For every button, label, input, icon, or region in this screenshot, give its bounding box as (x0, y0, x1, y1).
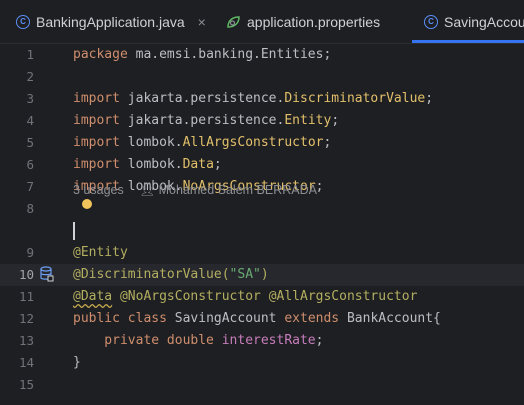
line-number[interactable]: 1 (0, 44, 34, 66)
line-number[interactable]: 5 (0, 132, 34, 154)
code-token: SavingAccount (174, 311, 285, 326)
tab-label: SavingAccou (444, 13, 524, 30)
code-token: ; (331, 113, 340, 128)
code-token: Entity (284, 113, 332, 128)
code-token: import (73, 135, 128, 150)
code-token: DiscriminatorValue (284, 91, 426, 106)
author-hint: Mohamed Salem BERRADA (158, 183, 317, 197)
code-line[interactable]: 2 (0, 66, 524, 88)
code-token: ; (213, 157, 222, 172)
code-token: @AllArgsConstructor (268, 289, 418, 304)
code-token: ; (323, 135, 332, 150)
line-number[interactable]: 9 (0, 242, 34, 264)
line-number[interactable]: 13 (0, 330, 34, 352)
code-line[interactable]: 8 (0, 198, 524, 220)
class-icon: C (424, 14, 438, 29)
code-token: import (73, 113, 128, 128)
code-token: extends (284, 311, 347, 326)
text-caret (73, 222, 75, 240)
tab-saving-account[interactable]: C SavingAccou (424, 0, 524, 43)
code-line[interactable]: 6 import lombok.Data; (0, 154, 524, 176)
line-number[interactable]: 11 (0, 286, 34, 308)
code-line[interactable]: 5 import lombok.AllArgsConstructor; (0, 132, 524, 154)
code-text[interactable]: @Entity (73, 242, 128, 264)
code-text[interactable]: @DiscriminatorValue("SA") (73, 264, 269, 286)
code-line[interactable]: 10 @DiscriminatorValue("SA") (0, 264, 524, 286)
code-token: jakarta.persistence. (127, 91, 285, 106)
code-token: lombok. (127, 135, 183, 150)
code-token: @DiscriminatorValue( (73, 267, 230, 282)
properties-leaf-icon (227, 15, 240, 28)
class-icon: C (16, 14, 30, 29)
code-token: lombok. (127, 157, 183, 172)
line-number[interactable]: 4 (0, 110, 34, 132)
line-number[interactable]: 14 (0, 352, 34, 374)
close-tab-icon[interactable]: × (198, 14, 206, 30)
code-text[interactable]: private double interestRate; (73, 330, 323, 352)
tab-banking-application[interactable]: C BankingApplication.java × (16, 0, 206, 43)
code-token: @Data (73, 289, 113, 304)
lightbulb-icon[interactable] (82, 199, 92, 209)
line-number[interactable]: 8 (0, 198, 34, 220)
code-token: import (73, 91, 128, 106)
active-tab-indicator (412, 40, 524, 43)
code-token: ) (260, 267, 269, 282)
line-number[interactable]: 15 (0, 374, 34, 396)
code-token: @NoArgsConstructor (119, 289, 261, 304)
code-text[interactable]: @Data @NoArgsConstructor @AllArgsConstru… (73, 286, 417, 308)
code-token: private (73, 333, 167, 348)
code-token: ; (425, 91, 434, 106)
author-icon: 👤︎ (139, 183, 156, 197)
usages-hint[interactable]: 3 usages (73, 183, 124, 197)
line-number[interactable]: 7 (0, 176, 34, 198)
tab-application-properties[interactable]: application.properties (226, 0, 380, 43)
code-token: @Entity (73, 245, 128, 260)
code-token: public (73, 311, 128, 326)
code-text[interactable]: import lombok.Data; (73, 154, 222, 176)
code-token: Data (182, 157, 214, 172)
tab-label: BankingApplication.java (36, 13, 185, 30)
line-number[interactable]: 12 (0, 308, 34, 330)
code-line[interactable]: 4 import jakarta.persistence.Entity; (0, 110, 524, 132)
jpa-entity-gutter-icon[interactable] (40, 266, 54, 282)
code-token: package (73, 47, 136, 62)
code-text[interactable]: } (73, 352, 81, 374)
code-line[interactable]: 9 @Entity (0, 242, 524, 264)
code-token: ma.emsi.banking.Entities; (135, 47, 332, 62)
code-line[interactable]: 11 @Data @NoArgsConstructor @AllArgsConst… (0, 286, 524, 308)
code-token: ; (315, 333, 324, 348)
code-text[interactable]: package ma.emsi.banking.Entities; (73, 44, 331, 66)
code-token: jakarta.persistence. (127, 113, 285, 128)
code-token: import (73, 157, 128, 172)
code-line[interactable]: 1 package ma.emsi.banking.Entities; (0, 44, 524, 66)
editor-tab-bar: C BankingApplication.java × application.… (0, 0, 524, 44)
code-token: interestRate (221, 333, 316, 348)
code-token: "SA" (229, 267, 261, 282)
code-text[interactable]: public class SavingAccount extends BankA… (73, 308, 441, 330)
code-text[interactable]: import jakarta.persistence.Discriminator… (73, 88, 433, 110)
code-line[interactable]: 14} (0, 352, 524, 374)
code-line[interactable]: 3 import jakarta.persistence.Discriminato… (0, 88, 524, 110)
code-text[interactable]: import jakarta.persistence.Entity; (73, 110, 339, 132)
code-token: double (166, 333, 222, 348)
line-number[interactable]: 10 (0, 264, 34, 286)
line-number[interactable]: 3 (0, 88, 34, 110)
code-token: class (127, 311, 175, 326)
line-number[interactable]: 2 (0, 66, 34, 88)
tab-label: application.properties (247, 13, 381, 30)
code-line[interactable]: 15 (0, 374, 524, 396)
code-token: } (73, 355, 81, 370)
code-line[interactable]: 13 private double interestRate; (0, 330, 524, 352)
code-line[interactable]: 12 public class SavingAccount extends Ban… (0, 308, 524, 330)
code-token: AllArgsConstructor (182, 135, 324, 150)
code-editor[interactable]: 1 package ma.emsi.banking.Entities; 2 3 impo… (0, 44, 524, 405)
code-text[interactable]: import lombok.AllArgsConstructor; (73, 132, 331, 154)
inlay-hint[interactable]: 3 usages 👤︎ Mohamed Salem BERRADA (73, 179, 317, 201)
line-number[interactable]: 6 (0, 154, 34, 176)
code-token: BankAccount{ (346, 311, 441, 326)
